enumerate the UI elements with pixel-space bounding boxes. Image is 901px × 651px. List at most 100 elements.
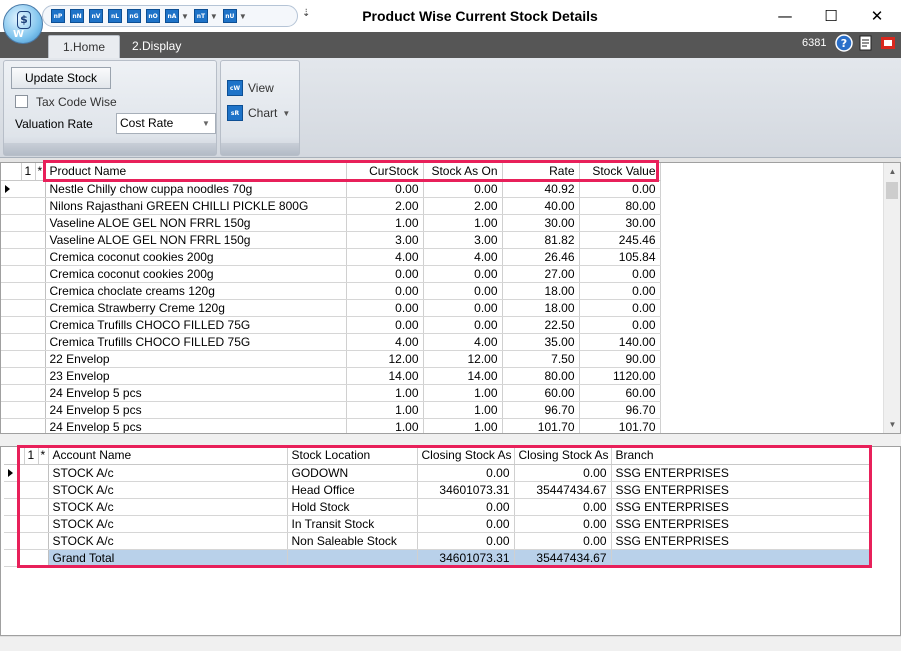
table-row[interactable]: STOCK A/c GODOWN 0.00 0.00 SSG ENTERPRISES xyxy=(4,464,870,482)
col-header-branch[interactable]: Branch xyxy=(611,447,870,465)
table-cell[interactable]: 4.00 xyxy=(423,248,503,266)
table-row[interactable]: STOCK A/c Hold Stock 0.00 0.00 SSG ENTERPRIS… xyxy=(4,498,870,516)
row-header[interactable] xyxy=(1,197,46,215)
table-row[interactable]: 24 Envelop 5 pcs 1.00 1.00 60.00 60.00 xyxy=(1,384,661,402)
qat-l-icon[interactable]: nL xyxy=(108,9,122,23)
table-cell[interactable]: 18.00 xyxy=(502,282,580,300)
table-row[interactable]: STOCK A/c Head Office 34601073.31 35447434.… xyxy=(4,481,870,499)
table-cell[interactable]: 30.00 xyxy=(579,214,661,232)
row-header[interactable] xyxy=(1,214,46,232)
row-header[interactable] xyxy=(1,367,46,385)
table-cell[interactable]: 23 Envelop xyxy=(45,367,347,385)
table-cell[interactable]: 0.00 xyxy=(579,316,661,334)
table-cell[interactable]: Non Saleable Stock xyxy=(287,532,418,550)
table-cell[interactable]: 0.00 xyxy=(514,515,612,533)
table-cell[interactable]: 0.00 xyxy=(579,265,661,283)
table-cell[interactable]: STOCK A/c xyxy=(48,498,288,516)
row-header[interactable] xyxy=(4,481,49,499)
chevron-down-icon[interactable]: ▼ xyxy=(282,109,290,118)
table-cell[interactable]: 0.00 xyxy=(579,180,661,198)
table-cell[interactable]: 245.46 xyxy=(579,231,661,249)
table-cell[interactable]: 1.00 xyxy=(346,418,424,433)
chevron-down-icon[interactable]: ▼ xyxy=(181,12,189,21)
minimize-button[interactable]: — xyxy=(762,4,808,28)
bottom-scrollbar[interactable] xyxy=(0,636,901,651)
table-cell[interactable]: 35.00 xyxy=(502,333,580,351)
row-header[interactable] xyxy=(1,384,46,402)
qat-g-icon[interactable]: nG xyxy=(127,9,141,23)
row-header[interactable] xyxy=(4,464,49,482)
table-cell[interactable]: SSG ENTERPRISES xyxy=(611,515,870,533)
table-row[interactable]: 23 Envelop 14.00 14.00 80.00 1120.00 xyxy=(1,367,661,385)
qat-v-icon[interactable]: nV xyxy=(89,9,103,23)
row-header[interactable] xyxy=(1,248,46,266)
table-row[interactable]: 24 Envelop 5 pcs 1.00 1.00 101.70 101.70 xyxy=(1,418,661,433)
qat-a-icon[interactable]: nA xyxy=(165,9,179,23)
table-cell[interactable]: 60.00 xyxy=(502,384,580,402)
table-cell[interactable]: 26.46 xyxy=(502,248,580,266)
table-row[interactable]: Vaseline ALOE GEL NON FRRL 150g 3.00 3.00 8… xyxy=(1,231,661,249)
table-cell[interactable]: 0.00 xyxy=(579,299,661,317)
valuation-rate-select[interactable]: Cost Rate ▼ xyxy=(116,113,216,134)
table-cell[interactable]: 27.00 xyxy=(502,265,580,283)
col-header-curstock[interactable]: CurStock xyxy=(346,163,424,181)
table-cell[interactable]: 101.70 xyxy=(579,418,661,433)
table-cell[interactable]: 34601073.31 xyxy=(417,481,515,499)
row-header[interactable] xyxy=(4,532,49,550)
table-cell[interactable]: 90.00 xyxy=(579,350,661,368)
qat-p-icon[interactable]: nP xyxy=(51,9,65,23)
table-cell[interactable]: 22 Envelop xyxy=(45,350,347,368)
update-stock-button[interactable]: Update Stock xyxy=(11,67,111,89)
row-header[interactable] xyxy=(1,231,46,249)
table-cell[interactable]: 0.00 xyxy=(417,515,515,533)
table-cell[interactable]: 0.00 xyxy=(346,180,424,198)
table-cell[interactable]: 81.82 xyxy=(502,231,580,249)
row-header[interactable] xyxy=(1,333,46,351)
row-header[interactable] xyxy=(4,515,49,533)
table-cell[interactable]: SSG ENTERPRISES xyxy=(611,481,870,499)
table-cell[interactable]: Cremica choclate creams 120g xyxy=(45,282,347,300)
col-header-account-name[interactable]: Account Name xyxy=(48,447,288,465)
table-cell[interactable]: STOCK A/c xyxy=(48,464,288,482)
row-header[interactable] xyxy=(4,498,49,516)
table-row[interactable]: 24 Envelop 5 pcs 1.00 1.00 96.70 96.70 xyxy=(1,401,661,419)
table-cell[interactable]: 35447434.67 xyxy=(514,481,612,499)
table-cell[interactable]: 0.00 xyxy=(514,532,612,550)
table-cell[interactable]: 0.00 xyxy=(514,464,612,482)
table-cell[interactable]: 60.00 xyxy=(579,384,661,402)
table-cell[interactable]: 40.92 xyxy=(502,180,580,198)
table-cell[interactable]: Vaseline ALOE GEL NON FRRL 150g xyxy=(45,214,347,232)
table-cell[interactable]: Nilons Rajasthani GREEN CHILLI PICKLE 80… xyxy=(45,197,347,215)
table-cell[interactable]: 1.00 xyxy=(346,214,424,232)
table-row[interactable]: Cremica Trufills CHOCO FILLED 75G 0.00 0.0… xyxy=(1,316,661,334)
table-cell[interactable]: 96.70 xyxy=(579,401,661,419)
table-cell[interactable]: 0.00 xyxy=(417,498,515,516)
table-cell[interactable]: SSG ENTERPRISES xyxy=(611,532,870,550)
tab-display[interactable]: 2.Display xyxy=(118,35,195,58)
table-cell[interactable]: SSG ENTERPRISES xyxy=(611,464,870,482)
table-cell[interactable]: 140.00 xyxy=(579,333,661,351)
table-cell[interactable]: 7.50 xyxy=(502,350,580,368)
table-cell[interactable]: Vaseline ALOE GEL NON FRRL 150g xyxy=(45,231,347,249)
qat-t-icon[interactable]: nT xyxy=(193,9,208,23)
table-cell[interactable]: 80.00 xyxy=(579,197,661,215)
table-cell[interactable]: 101.70 xyxy=(502,418,580,433)
table-cell[interactable]: 14.00 xyxy=(423,367,503,385)
qat-o-icon[interactable]: nO xyxy=(146,9,160,23)
table-cell[interactable]: 1.00 xyxy=(423,214,503,232)
table-cell[interactable]: Nestle Chilly chow cuppa noodles 70g xyxy=(45,180,347,198)
table-cell[interactable]: 14.00 xyxy=(346,367,424,385)
row-header[interactable] xyxy=(1,180,46,198)
table-cell[interactable]: 18.00 xyxy=(502,299,580,317)
col-header-product-name[interactable]: Product Name xyxy=(45,163,347,181)
table-cell[interactable]: 0.00 xyxy=(579,282,661,300)
table-cell[interactable]: STOCK A/c xyxy=(48,481,288,499)
table-cell[interactable]: 40.00 xyxy=(502,197,580,215)
table-row[interactable]: Cremica choclate creams 120g 0.00 0.00 18.0… xyxy=(1,282,661,300)
table-cell[interactable]: 96.70 xyxy=(502,401,580,419)
table-cell[interactable]: 4.00 xyxy=(346,333,424,351)
table-row[interactable]: Nilons Rajasthani GREEN CHILLI PICKLE 80… xyxy=(1,197,661,215)
table-cell[interactable]: 24 Envelop 5 pcs xyxy=(45,401,347,419)
col-header-stock-as-on[interactable]: Stock As On xyxy=(423,163,503,181)
table-cell[interactable]: 0.00 xyxy=(417,464,515,482)
